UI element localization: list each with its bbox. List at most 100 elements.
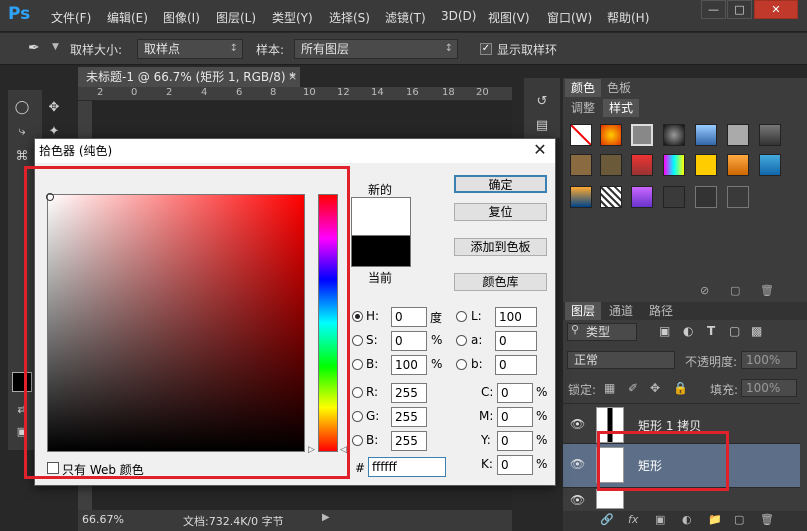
style-swatch[interactable] bbox=[600, 124, 622, 146]
tab-adjustments[interactable]: 调整 bbox=[565, 99, 601, 117]
move-tool-icon[interactable]: ✥ bbox=[44, 98, 64, 118]
style-swatch[interactable] bbox=[570, 154, 592, 176]
menu-help[interactable]: 帮助(H) bbox=[607, 9, 649, 26]
filter-shape-icon[interactable]: ▢ bbox=[729, 324, 740, 338]
style-swatch[interactable] bbox=[759, 154, 781, 176]
history-icon[interactable]: ↺ bbox=[532, 92, 552, 112]
fill-input[interactable]: 100% bbox=[741, 379, 797, 397]
delete-style-icon[interactable]: 🗑 bbox=[760, 284, 774, 297]
eye-icon[interactable]: 👁 bbox=[570, 457, 585, 471]
dialog-close-button[interactable]: ✕ bbox=[531, 141, 549, 159]
style-swatch[interactable] bbox=[631, 154, 653, 176]
menu-window[interactable]: 窗口(W) bbox=[547, 9, 592, 26]
b-input[interactable]: 100 bbox=[391, 355, 427, 375]
link-icon[interactable]: 🔗 bbox=[600, 513, 614, 526]
radio-b[interactable] bbox=[352, 359, 363, 370]
tab-swatches[interactable]: 色板 bbox=[601, 79, 637, 97]
c-input[interactable]: 0 bbox=[497, 383, 533, 403]
adjustment-icon[interactable]: ◐ bbox=[682, 513, 692, 526]
style-swatch[interactable] bbox=[663, 186, 685, 208]
l-input[interactable]: 100 bbox=[495, 307, 537, 327]
a-input[interactable]: 0 bbox=[495, 331, 537, 351]
minimize-button[interactable]: — bbox=[701, 0, 726, 19]
chevron-down-icon[interactable]: ▼ bbox=[52, 42, 59, 52]
style-none-swatch[interactable] bbox=[570, 124, 592, 146]
eyedropper-icon[interactable]: ✒ bbox=[28, 40, 40, 56]
g-input[interactable]: 255 bbox=[391, 407, 427, 427]
current-color-preview[interactable] bbox=[351, 235, 411, 267]
zoom-level[interactable]: 66.67% bbox=[82, 513, 124, 526]
filter-smart-icon[interactable]: ▩ bbox=[751, 324, 762, 338]
radio-r[interactable] bbox=[352, 387, 363, 398]
r-input[interactable]: 255 bbox=[391, 383, 427, 403]
filter-type-icon[interactable]: T bbox=[707, 324, 715, 338]
reset-button[interactable]: 复位 bbox=[454, 203, 547, 221]
document-tab[interactable]: 未标题-1 @ 66.7% (矩形 1, RGB/8) * bbox=[78, 67, 300, 87]
s-input[interactable]: 0 bbox=[391, 331, 427, 351]
lab-b-input[interactable]: 0 bbox=[495, 355, 537, 375]
radio-h[interactable] bbox=[352, 311, 363, 322]
menu-image[interactable]: 图像(I) bbox=[163, 9, 200, 26]
show-ring-checkbox[interactable]: ✓ bbox=[480, 43, 492, 55]
m-input[interactable]: 0 bbox=[497, 407, 533, 427]
lock-brush-icon[interactable]: ✐ bbox=[628, 381, 638, 395]
close-window-button[interactable]: ✕ bbox=[754, 0, 798, 19]
close-tab-icon[interactable]: × bbox=[288, 70, 297, 83]
folder-icon[interactable]: 📁 bbox=[708, 513, 722, 526]
marquee-tool-icon[interactable]: ◯ bbox=[12, 98, 32, 118]
style-swatch[interactable] bbox=[727, 124, 749, 146]
menu-layer[interactable]: 图层(L) bbox=[216, 9, 256, 26]
menu-type[interactable]: 类型(Y) bbox=[272, 9, 313, 26]
properties-icon[interactable]: ▤ bbox=[532, 116, 552, 136]
blend-mode-select[interactable]: 正常 bbox=[567, 351, 675, 369]
maximize-button[interactable]: □ bbox=[727, 0, 752, 19]
sample-select[interactable]: 所有图层 bbox=[294, 39, 458, 59]
radio-blue[interactable] bbox=[352, 435, 363, 446]
style-swatch[interactable] bbox=[570, 186, 592, 208]
radio-lab-b[interactable] bbox=[456, 359, 467, 370]
radio-l[interactable] bbox=[456, 311, 467, 322]
style-swatch[interactable] bbox=[663, 124, 685, 146]
blue-input[interactable]: 255 bbox=[391, 431, 427, 451]
style-swatch[interactable] bbox=[695, 154, 717, 176]
radio-a[interactable] bbox=[456, 335, 467, 346]
tab-channels[interactable]: 通道 bbox=[603, 302, 639, 320]
crop-tool-icon[interactable]: ⌘ bbox=[12, 147, 32, 167]
h-input[interactable]: 0 bbox=[391, 307, 427, 327]
k-input[interactable]: 0 bbox=[497, 455, 533, 475]
menu-view[interactable]: 视图(V) bbox=[488, 9, 530, 26]
tab-styles[interactable]: 样式 bbox=[603, 99, 640, 117]
radio-s[interactable] bbox=[352, 335, 363, 346]
tab-paths[interactable]: 路径 bbox=[643, 302, 679, 320]
style-swatch[interactable] bbox=[631, 124, 653, 146]
lock-all-icon[interactable]: 🔒 bbox=[673, 381, 688, 395]
style-swatch[interactable] bbox=[727, 154, 749, 176]
lasso-tool-icon[interactable]: ⤷ bbox=[12, 122, 32, 142]
filter-pixel-icon[interactable]: ▣ bbox=[659, 324, 670, 338]
menu-3d[interactable]: 3D(D) bbox=[441, 9, 476, 23]
clear-style-icon[interactable]: ⊘ bbox=[700, 284, 709, 297]
lock-position-icon[interactable]: ✥ bbox=[650, 381, 660, 395]
menu-select[interactable]: 选择(S) bbox=[329, 9, 370, 26]
style-swatch[interactable] bbox=[759, 124, 781, 146]
eye-icon[interactable]: 👁 bbox=[570, 493, 585, 507]
y-input[interactable]: 0 bbox=[497, 431, 533, 451]
status-arrow-icon[interactable]: ▶ bbox=[322, 512, 330, 523]
mask-icon[interactable]: ▣ bbox=[655, 513, 665, 526]
menu-filter[interactable]: 滤镜(T) bbox=[385, 9, 426, 26]
add-to-swatches-button[interactable]: 添加到色板 bbox=[454, 238, 547, 256]
ok-button[interactable]: 确定 bbox=[454, 175, 547, 193]
sample-size-select[interactable]: 取样点 bbox=[137, 39, 243, 59]
radio-g[interactable] bbox=[352, 411, 363, 422]
style-swatch[interactable] bbox=[727, 186, 749, 208]
style-swatch[interactable] bbox=[600, 186, 622, 208]
tab-color[interactable]: 颜色 bbox=[565, 79, 602, 97]
trash-icon[interactable]: 🗑 bbox=[760, 513, 774, 526]
filter-adjust-icon[interactable]: ◐ bbox=[683, 324, 693, 338]
opacity-input[interactable]: 100% bbox=[741, 351, 797, 369]
hex-input[interactable]: ffffff bbox=[368, 457, 446, 477]
color-libraries-button[interactable]: 颜色库 bbox=[454, 273, 547, 291]
tab-layers[interactable]: 图层 bbox=[565, 302, 602, 320]
menu-edit[interactable]: 编辑(E) bbox=[107, 9, 148, 26]
eye-icon[interactable]: 👁 bbox=[570, 417, 585, 431]
